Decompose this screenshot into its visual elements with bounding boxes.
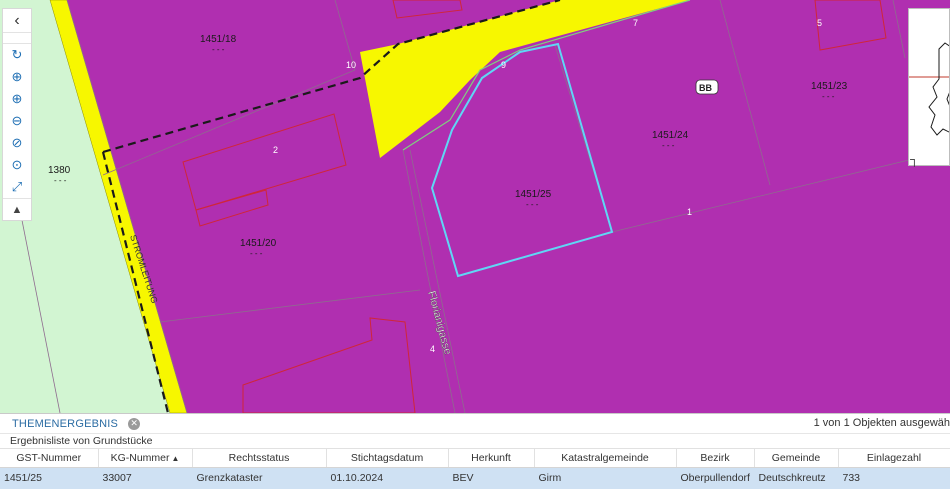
column-header-sorted[interactable]: KG-Nummer ▲ bbox=[98, 448, 193, 468]
overview-map[interactable] bbox=[908, 8, 950, 166]
table-cell: Girm bbox=[534, 467, 677, 489]
column-header[interactable]: Katastralgemeinde bbox=[534, 448, 677, 468]
cadastral-map[interactable]: 1451/18 - - - 1451/20 - - - 1451/23 - - … bbox=[0, 0, 950, 413]
column-header-label: KG-Nummer bbox=[110, 452, 170, 464]
results-subtitle: Ergebnisliste von Grundstücke bbox=[0, 433, 950, 448]
table-row[interactable]: 1451/25 33007 Grenzkataster 01.10.2024 B… bbox=[0, 467, 950, 489]
parcel-placeholder: - - - bbox=[54, 176, 67, 185]
parcel-placeholder: - - - bbox=[526, 200, 539, 209]
zone-badge-label: BB bbox=[699, 83, 712, 93]
chevron-left-icon[interactable]: ‹ bbox=[3, 9, 31, 33]
parcel-placeholder: - - - bbox=[822, 92, 835, 101]
parcel-area bbox=[67, 0, 950, 413]
number-label: 7 bbox=[633, 18, 638, 28]
column-header[interactable]: Rechtsstatus bbox=[192, 448, 327, 468]
column-header[interactable]: Herkunft bbox=[448, 448, 535, 468]
table-cell: Deutschkreutz bbox=[754, 467, 839, 489]
table-cell: Grenzkataster bbox=[192, 467, 327, 489]
table-cell: 1451/25 bbox=[0, 467, 99, 489]
column-header[interactable]: GST-Nummer bbox=[0, 448, 99, 468]
parcel-label: 1451/23 bbox=[811, 81, 848, 92]
table-cell: Oberpullendorf bbox=[676, 467, 755, 489]
zoom-previous-icon[interactable]: ⊘ bbox=[3, 132, 31, 154]
zoom-next-icon[interactable]: ⊙ bbox=[3, 154, 31, 176]
column-header[interactable]: Gemeinde bbox=[754, 448, 839, 468]
number-label: 10 bbox=[346, 60, 356, 70]
column-header[interactable]: Stichtagsdatum bbox=[326, 448, 449, 468]
parcel-label: 1451/25 bbox=[515, 189, 552, 200]
table-header-row: GST-Nummer KG-Nummer ▲ Rechtsstatus Stich… bbox=[0, 448, 950, 468]
map-tools-group: ↻ ⊕ ⊕ ⊖ ⊘ ⊙ ⤢ bbox=[3, 43, 31, 198]
results-table: GST-Nummer KG-Nummer ▲ Rechtsstatus Stich… bbox=[0, 448, 950, 489]
column-header[interactable]: Einlagezahl bbox=[838, 448, 950, 468]
parcel-label: 1451/24 bbox=[652, 130, 689, 141]
map-canvas[interactable]: 1451/18 - - - 1451/20 - - - 1451/23 - - … bbox=[0, 0, 950, 413]
refresh-icon[interactable]: ↻ bbox=[3, 44, 31, 66]
selection-count: 1 von 1 Objekten ausgewäh bbox=[813, 417, 950, 429]
parcel-label: 1451/20 bbox=[240, 238, 277, 249]
overview-map-drawing bbox=[909, 42, 949, 136]
tab-themenergebnis[interactable]: THEMENERGEBNIS bbox=[12, 418, 118, 430]
number-label: 9 bbox=[501, 60, 506, 70]
zoom-out-icon[interactable]: ⊖ bbox=[3, 110, 31, 132]
results-panel: THEMENERGEBNIS ✕ 1 von 1 Objekten ausgew… bbox=[0, 413, 950, 491]
column-header[interactable]: Bezirk bbox=[676, 448, 755, 468]
table-cell: 733 bbox=[838, 467, 950, 489]
parcel-placeholder: - - - bbox=[662, 141, 675, 150]
map-toolbar: ‹ ↻ ⊕ ⊕ ⊖ ⊘ ⊙ ⤢ ▲ bbox=[2, 8, 32, 221]
results-header: THEMENERGEBNIS ✕ 1 von 1 Objekten ausgew… bbox=[0, 414, 950, 433]
number-label: 1 bbox=[687, 207, 692, 217]
number-label: 5 bbox=[817, 18, 822, 28]
parcel-label: 1380 bbox=[48, 165, 71, 176]
sort-ascending-icon: ▲ bbox=[171, 454, 180, 463]
overview-collapse-icon[interactable]: ┐ bbox=[910, 152, 919, 166]
number-label: 4 bbox=[430, 344, 435, 354]
chevron-up-icon[interactable]: ▲ bbox=[3, 198, 31, 220]
parcel-placeholder: - - - bbox=[212, 45, 225, 54]
table-cell: 33007 bbox=[98, 467, 193, 489]
table-cell: 01.10.2024 bbox=[326, 467, 449, 489]
parcel-label: 1451/18 bbox=[200, 34, 237, 45]
zoom-in-icon[interactable]: ⊕ bbox=[3, 88, 31, 110]
number-label: 2 bbox=[273, 145, 278, 155]
full-extent-icon[interactable]: ⤢ bbox=[3, 176, 31, 198]
parcel-placeholder: - - - bbox=[250, 249, 263, 258]
globe-icon[interactable]: ⊕ bbox=[3, 66, 31, 88]
table-cell: BEV bbox=[448, 467, 535, 489]
close-icon[interactable]: ✕ bbox=[128, 417, 141, 430]
